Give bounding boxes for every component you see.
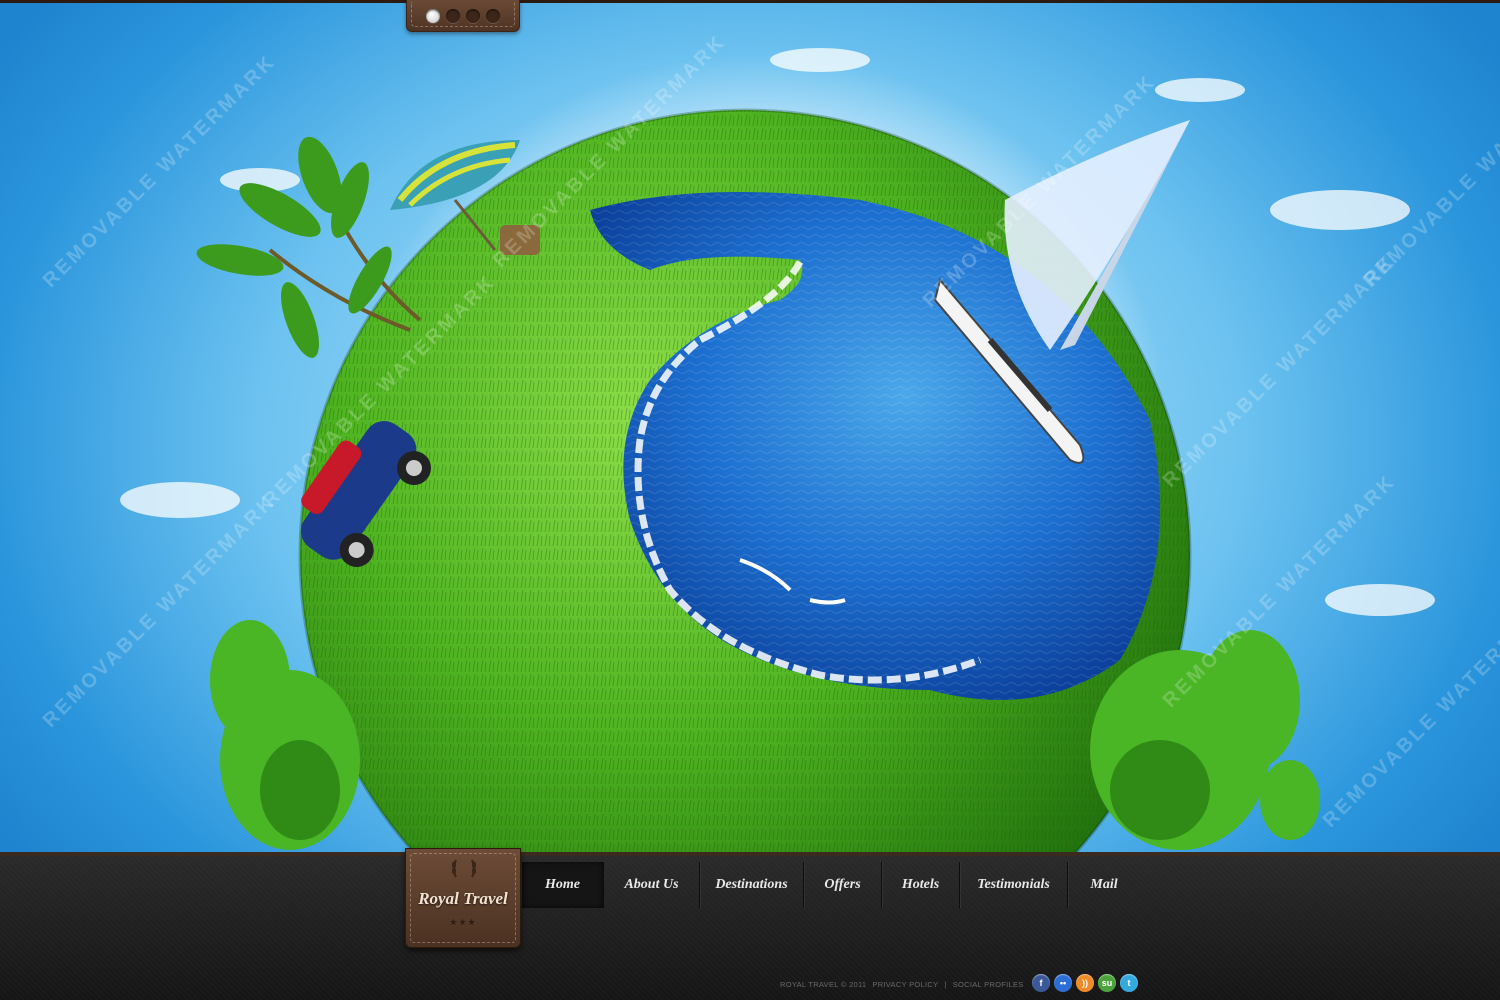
- social-profiles-label: SOCIAL PROFILES: [952, 980, 1024, 989]
- slider-dot-4[interactable]: [486, 8, 500, 23]
- footer-bar: Home About Us Destinations Offers Hotels…: [0, 848, 1500, 1000]
- slider-dot-1[interactable]: [426, 8, 440, 23]
- privacy-policy-link[interactable]: PRIVACY POLICY: [872, 980, 938, 989]
- slider-pager: [406, 0, 520, 32]
- laurel-icon: [452, 859, 476, 878]
- nav-offers[interactable]: Offers: [804, 862, 882, 908]
- copyright-line: ROYAL TRAVEL © 2011 PRIVACY POLICY | SOC…: [780, 980, 1024, 989]
- social-icons: f •• )) su t: [1032, 974, 1138, 992]
- nav-destinations[interactable]: Destinations: [700, 862, 804, 908]
- top-border: [0, 0, 1500, 3]
- nav-testimonials[interactable]: Testimonials: [960, 862, 1068, 908]
- nav-mail[interactable]: Mail: [1068, 862, 1140, 908]
- copyright-text: ROYAL TRAVEL © 2011: [780, 980, 867, 989]
- nav-home[interactable]: Home: [522, 862, 604, 908]
- twitter-icon[interactable]: t: [1120, 974, 1138, 992]
- slider-dot-2[interactable]: [446, 8, 460, 23]
- nav-hotels[interactable]: Hotels: [882, 862, 960, 908]
- stumbleupon-icon[interactable]: su: [1098, 974, 1116, 992]
- site-logo[interactable]: Royal Travel ★★★: [405, 848, 521, 948]
- facebook-icon[interactable]: f: [1032, 974, 1050, 992]
- slider-dot-3[interactable]: [466, 8, 480, 23]
- nav-about-us[interactable]: About Us: [604, 862, 700, 908]
- planet-illustration: [120, 48, 1435, 852]
- logo-text: Royal Travel: [418, 889, 508, 908]
- main-nav: Home About Us Destinations Offers Hotels…: [522, 862, 1140, 908]
- footer-separator: |: [944, 980, 947, 989]
- rss-icon[interactable]: )): [1076, 974, 1094, 992]
- flickr-icon[interactable]: ••: [1054, 974, 1072, 992]
- hero-banner: REMOVABLE WATERMARK REMOVABLE WATERMARK …: [0, 0, 1500, 852]
- logo-stars: ★★★: [449, 917, 477, 927]
